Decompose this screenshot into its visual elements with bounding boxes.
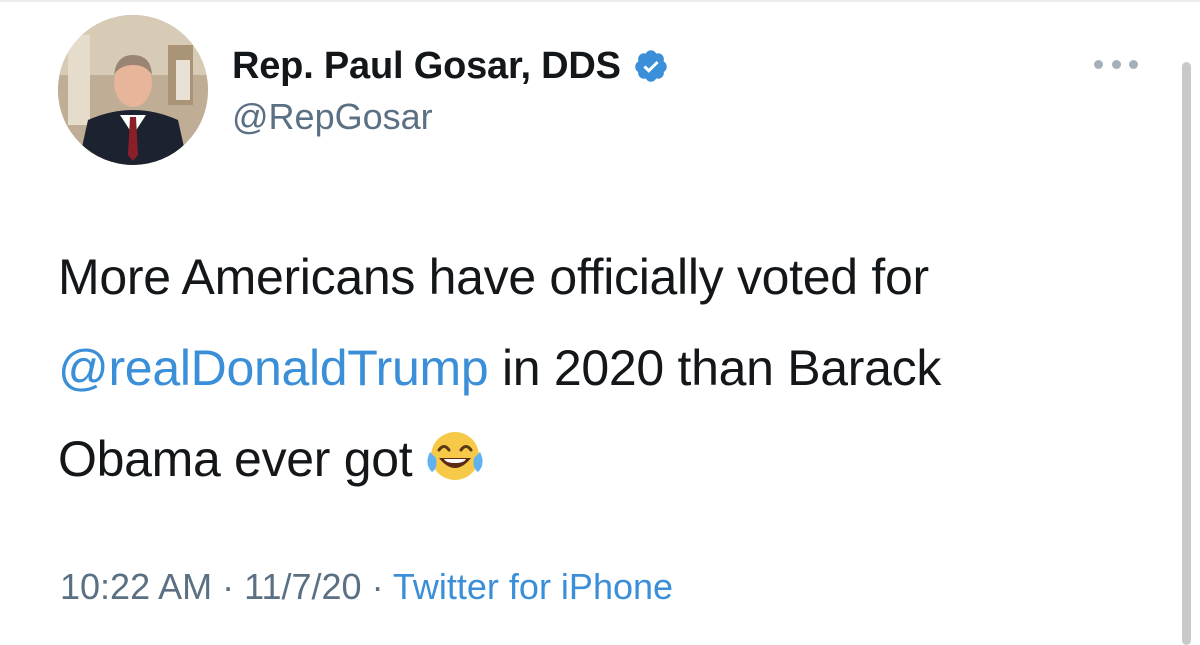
more-dot [1094,59,1103,69]
author-handle[interactable]: @RepGosar [232,96,433,138]
verified-badge-icon [633,48,669,84]
avatar[interactable] [58,15,208,165]
mention-link[interactable]: @realDonaldTrump [58,340,489,396]
author-display-name[interactable]: Rep. Paul Gosar, DDS [232,45,621,88]
tweet-text: More Americans have officially voted for… [58,232,1168,505]
meta-separator: · [212,566,245,607]
meta-separator: · [361,566,393,607]
tweet-line: More Americans have officially voted for [58,232,1168,323]
scrollbar[interactable] [1182,62,1191,645]
tweet-date[interactable]: 11/7/20 [244,566,361,607]
avatar-photo [58,15,208,165]
tweet-text-segment: More Americans have officially voted for [58,249,929,305]
tweet-text-segment: Obama ever got [58,431,413,487]
tweet-line: @realDonaldTrump in 2020 than Barack [58,323,1168,414]
top-divider [0,0,1200,2]
author-name-row: Rep. Paul Gosar, DDS [232,41,669,91]
tweet-time[interactable]: 10:22 AM [60,566,212,607]
more-dot [1129,59,1138,69]
tweet-line: Obama ever got [58,414,1168,505]
tweet-text-segment: in 2020 than Barack [488,340,942,396]
face-with-tears-of-joy-icon [424,422,486,480]
more-dot [1111,59,1121,69]
tweet-meta: 10:22 AM · 11/7/20 · Twitter for iPhone [60,566,673,608]
more-options-icon[interactable] [1094,56,1138,72]
tweet-source-link[interactable]: Twitter for iPhone [393,566,673,607]
